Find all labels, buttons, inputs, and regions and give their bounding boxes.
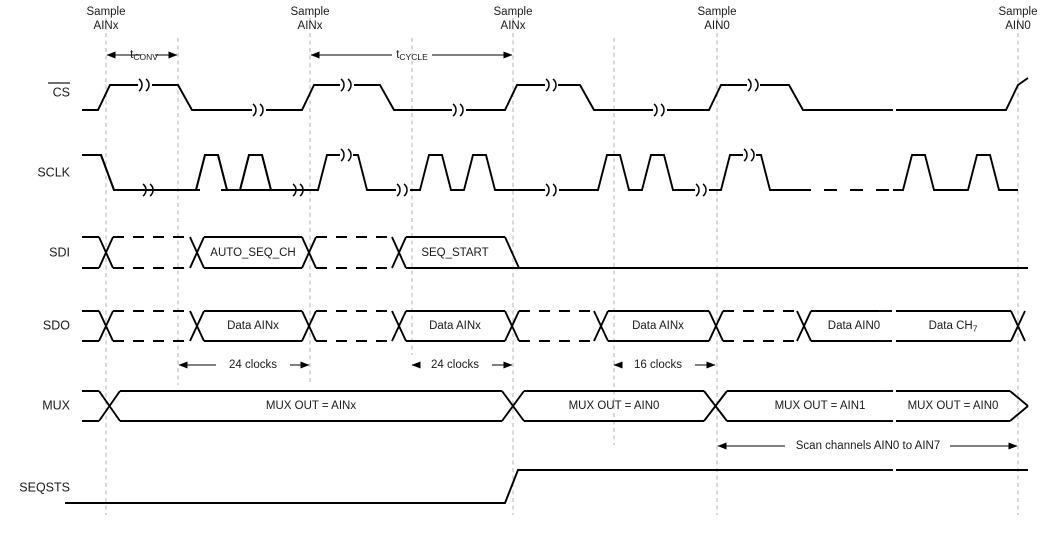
signal-label-cs: CS: [48, 82, 70, 99]
cs-break-3: [340, 78, 352, 92]
waveform-mux: MUX OUT = AINx MUX OUT = AIN0 MUX OUT = …: [82, 390, 1029, 422]
sample-marker-line2: AIN0: [704, 20, 730, 32]
mux-state-1-label: MUX OUT = AINx: [266, 400, 356, 412]
t-conv-label: tCONV: [130, 49, 158, 62]
waveform-cs: [82, 77, 1029, 117]
sdo-cross-7: [708, 310, 724, 342]
signal-label-mux: MUX: [42, 398, 70, 412]
sdo-cross-4: [391, 310, 407, 342]
sclk-trace-main: [82, 154, 1018, 191]
clock-count-3: 16 clocks: [613, 359, 716, 371]
t-cycle-dimension: tCYCLE: [310, 49, 513, 62]
sdo-cross-8: [796, 310, 812, 342]
sclk-break-5: [545, 183, 557, 197]
mux-cross-3: [703, 390, 728, 422]
scan-channels-dimension: Scan channels AIN0 to AIN7: [717, 440, 1018, 452]
cs-break-2: [252, 103, 264, 117]
mux-state-3-label: MUX OUT = AIN1: [775, 400, 866, 412]
t-cycle-label: tCYCLE: [396, 49, 428, 62]
sample-marker-line1: Sample: [291, 6, 330, 18]
clock-count-3-label: 16 clocks: [634, 359, 682, 371]
cs-break-5: [545, 78, 557, 92]
sdi-packet-2-label: SEQ_START: [421, 247, 488, 259]
sample-marker-line1: Sample: [494, 6, 533, 18]
clock-count-1: 24 clocks: [178, 359, 310, 371]
waveform-sdo: Data AINx Data AINx Data AINx Data AIN0 …: [82, 310, 1026, 342]
mux-state-4-label: MUX OUT = AIN0: [908, 400, 999, 412]
sdo-cross-6: [593, 310, 609, 342]
sample-marker-line2: AINx: [94, 20, 119, 32]
sample-marker-line2: AINx: [501, 20, 526, 32]
sclk-break-7: [743, 148, 755, 162]
sdo-cross-5: [504, 310, 520, 342]
clock-count-2: 24 clocks: [411, 359, 513, 371]
signal-label-sdo: SDO: [43, 318, 70, 332]
sdo-cross-2: [189, 310, 205, 342]
scan-channels-label: Scan channels AIN0 to AIN7: [796, 440, 940, 452]
sdo-packet-3-label: Data AINx: [632, 320, 684, 332]
sclk-break-4: [396, 183, 408, 197]
timing-diagram: Sample AINx Sample AINx Sample AINx Samp…: [0, 0, 1049, 534]
cs-break-7: [747, 78, 759, 92]
sdi-cross-4: [391, 236, 407, 269]
signal-label-text: CS: [53, 85, 70, 99]
cs-break-6: [653, 103, 665, 117]
mux-state-2-label: MUX OUT = AIN0: [569, 400, 660, 412]
waveform-sdi: AUTO_SEQ_CH SEQ_START: [82, 236, 1028, 269]
sample-marker-line1: Sample: [87, 6, 126, 18]
sdo-packet-4-label: Data AIN0: [828, 320, 880, 332]
sdi-converge: [504, 236, 520, 269]
cs-break-4: [452, 103, 464, 117]
t-conv-dimension: tCONV: [106, 49, 178, 62]
sample-marker-line2: AINx: [298, 20, 323, 32]
mux-cross-4: [1009, 390, 1029, 422]
signal-label-seqsts: SEQSTS: [19, 480, 70, 494]
waveform-sclk: [82, 148, 1018, 197]
signal-label-sclk: SCLK: [37, 165, 70, 179]
timing-diagram-canvas: Sample AINx Sample AINx Sample AINx Samp…: [19, 6, 1038, 515]
sclk-break-6: [695, 183, 707, 197]
cs-break-1: [138, 78, 150, 92]
sdo-packet-5-label: Data CH7: [929, 320, 978, 334]
sample-marker-line1: Sample: [999, 6, 1038, 18]
sample-marker-line2: AIN0: [1005, 20, 1031, 32]
sample-marker-line1: Sample: [698, 6, 737, 18]
sdo-packet-2-label: Data AINx: [429, 320, 481, 332]
mux-cross-1: [98, 390, 121, 422]
clock-count-2-label: 24 clocks: [431, 359, 479, 371]
clock-count-1-label: 24 clocks: [229, 359, 277, 371]
sdi-packet-1-label: AUTO_SEQ_CH: [210, 247, 295, 259]
sdi-cross-2: [189, 236, 205, 269]
waveform-seqsts: [65, 469, 1028, 504]
sdi-cross-1: [98, 236, 114, 269]
signal-label-sdi: SDI: [49, 245, 70, 259]
sdi-cross-3: [301, 236, 317, 269]
sclk-break-3: [340, 148, 352, 162]
sdo-cross-3: [301, 310, 317, 342]
seqsts-trace: [65, 469, 1028, 504]
sdo-packet-1-label: Data AINx: [227, 320, 279, 332]
